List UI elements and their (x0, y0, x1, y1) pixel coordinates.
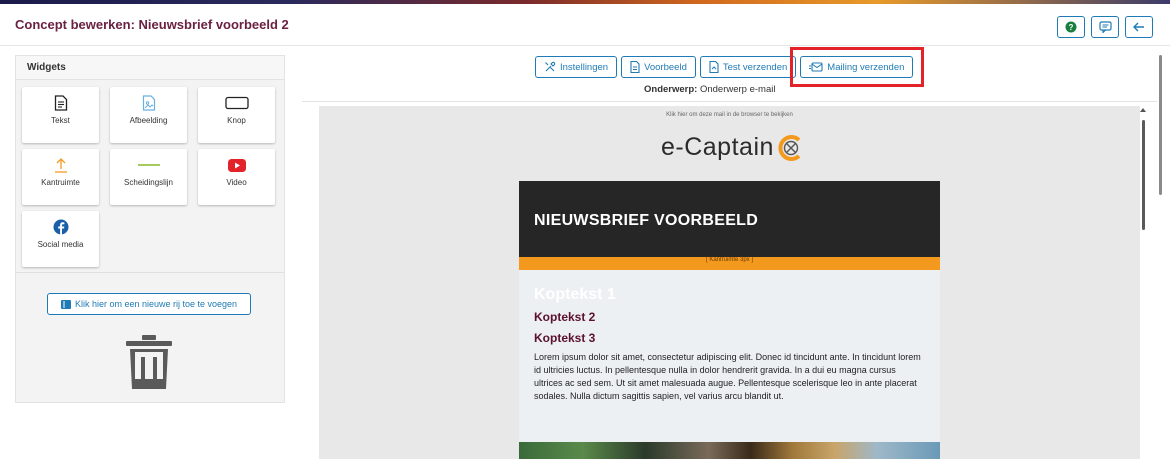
widget-label: Knop (227, 116, 246, 125)
heading-2: Koptekst 2 (534, 310, 596, 324)
facebook-icon (22, 218, 99, 236)
kantruimte-label: [ Kantruimte 3px ] (705, 257, 754, 263)
comment-icon (1098, 21, 1112, 33)
main-area: Widgets Tekst Afbeelding Knop Kantruimte (0, 47, 1170, 459)
widgets-panel: Widgets Tekst Afbeelding Knop Kantruimte (15, 55, 285, 403)
settings-button[interactable]: Instellingen (535, 56, 618, 78)
highlight-box (790, 47, 924, 87)
add-row-icon (60, 299, 71, 309)
newsletter-banner[interactable]: NIEUWSBRIEF VOORBEELD (519, 181, 940, 257)
subject-line: Onderwerp: Onderwerp e-mail (644, 84, 775, 95)
page-header: Concept bewerken: Nieuwsbrief voorbeeld … (0, 4, 1170, 46)
widgets-title: Widgets (16, 56, 284, 80)
canvas-scrollbar[interactable] (1140, 106, 1146, 459)
button-icon (198, 94, 275, 112)
ecaptain-logo-icon (778, 134, 801, 161)
svg-text:?: ? (1069, 23, 1074, 32)
document-send-icon (709, 61, 719, 73)
heading-1: Koptekst 1 (534, 286, 616, 303)
test-send-button[interactable]: Test verzenden (699, 56, 797, 78)
back-button[interactable] (1125, 16, 1153, 38)
page-scrollbar[interactable] (1157, 47, 1164, 459)
divider-icon (110, 156, 187, 174)
widget-knop[interactable]: Knop (198, 87, 275, 143)
help-icon: ? (1065, 21, 1077, 33)
toolbar-separator (302, 101, 1157, 102)
widget-afbeelding[interactable]: Afbeelding (110, 87, 187, 143)
preview-button[interactable]: Voorbeeld (621, 56, 696, 78)
comment-button[interactable] (1091, 16, 1119, 38)
widget-label: Social media (37, 240, 84, 249)
widget-label: Kantruimte (41, 178, 80, 187)
page-title: Concept bewerken: Nieuwsbrief voorbeeld … (15, 17, 289, 32)
subject-label: Onderwerp: (644, 84, 698, 95)
kantruimte-bar[interactable]: [ Kantruimte 3px ] (519, 257, 940, 270)
widget-label: Scheidingslijn (124, 178, 173, 187)
back-arrow-icon (1133, 22, 1144, 32)
heading-3: Koptekst 3 (534, 331, 596, 345)
preview-label: Voorbeeld (644, 61, 687, 73)
banner-title: NIEUWSBRIEF VOORBEELD (534, 212, 759, 229)
widget-label: Tekst (51, 116, 70, 125)
test-send-label: Test verzenden (722, 61, 788, 73)
document-icon (22, 94, 99, 112)
subject-value: Onderwerp e-mail (699, 84, 776, 95)
trash-icon[interactable] (126, 335, 172, 394)
widget-kantruimte[interactable]: Kantruimte (22, 149, 99, 205)
add-row-button[interactable]: Klik hier om een nieuwe rij toe te voege… (47, 293, 251, 315)
widget-scheidingslijn[interactable]: Scheidingslijn (110, 149, 187, 205)
help-button[interactable]: ? (1057, 16, 1085, 38)
widget-tekst[interactable]: Tekst (22, 87, 99, 143)
scrollbar-thumb[interactable] (1159, 55, 1162, 195)
header-photo[interactable] (519, 442, 940, 459)
logo: e-Captain (661, 133, 804, 162)
content-block[interactable]: Koptekst 1 Koptekst 2 Koptekst 3 Lorem i… (519, 270, 940, 442)
email-canvas: Klik hier om deze mail in de browser te … (319, 106, 1140, 459)
widget-label: Video (226, 178, 247, 187)
scroll-up-icon[interactable] (1140, 108, 1146, 112)
tools-icon (545, 61, 556, 72)
youtube-icon (198, 156, 275, 174)
body-text: Lorem ipsum dolor sit amet, consectetur … (534, 352, 921, 401)
image-icon (110, 94, 187, 112)
widget-label: Afbeelding (129, 116, 168, 125)
widget-video[interactable]: Video (198, 149, 275, 205)
document-icon (630, 61, 640, 73)
browser-view-link[interactable]: Klik hier om deze mail in de browser te … (319, 112, 1140, 118)
add-row-label: Klik hier om een nieuwe rij toe te voege… (74, 299, 238, 309)
scrollbar-thumb[interactable] (1142, 120, 1145, 230)
settings-label: Instellingen (560, 61, 609, 73)
logo-text: e-Captain (661, 133, 774, 161)
panel-divider (16, 272, 284, 273)
widget-social-media[interactable]: Social media (22, 211, 99, 267)
arrow-up-icon (22, 156, 99, 174)
